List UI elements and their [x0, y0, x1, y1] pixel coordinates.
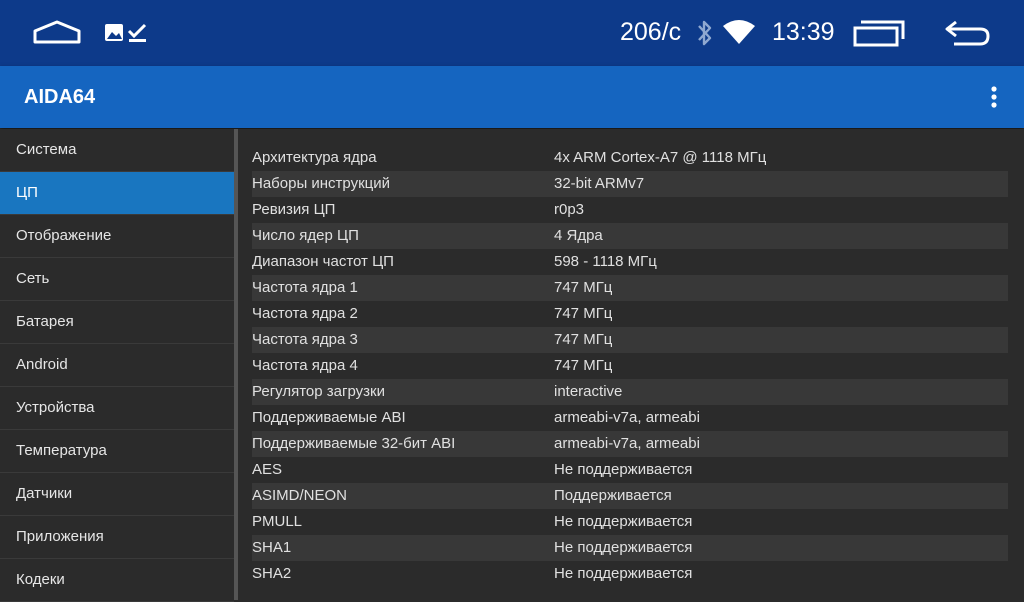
overflow-menu-icon[interactable] [982, 84, 1006, 110]
row-value: Не поддерживается [554, 513, 693, 530]
table-row: ASIMD/NEON Поддерживается [252, 483, 1008, 509]
sidebar-item-codecs[interactable]: Кодеки [0, 559, 234, 602]
recents-icon[interactable] [852, 18, 906, 53]
network-speed: 206/с [620, 18, 682, 46]
app-title: AIDA64 [24, 86, 96, 108]
row-key: SHA1 [252, 539, 292, 556]
cpu-info-table: Архитектура ядра 4x ARM Cortex-A7 @ 1118… [252, 145, 1008, 587]
table-row: PMULL Не поддерживается [252, 509, 1008, 535]
app-toolbar: AIDA64 [0, 66, 1024, 128]
row-key: Частота ядра 4 [252, 357, 358, 374]
cpu-info-panel[interactable]: Архитектура ядра 4x ARM Cortex-A7 @ 1118… [238, 129, 1024, 600]
sidebar-item-devices[interactable]: Устройства [0, 387, 234, 430]
row-value: r0p3 [554, 201, 585, 218]
row-key: Диапазон частот ЦП [252, 253, 394, 270]
sidebar-item-battery[interactable]: Батарея [0, 301, 234, 344]
sidebar-item-apps[interactable]: Приложения [0, 516, 234, 559]
sidebar-item-network[interactable]: Сеть [0, 258, 234, 301]
table-row: SHA2 Не поддерживается [252, 561, 1008, 587]
sidebar-item-android[interactable]: Android [0, 344, 234, 387]
table-row: Архитектура ядра 4x ARM Cortex-A7 @ 1118… [252, 145, 1008, 171]
sidebar-item-cpu[interactable]: ЦП [0, 172, 234, 215]
row-value: Не поддерживается [554, 461, 693, 478]
row-value: Не поддерживается [554, 565, 693, 582]
sidebar-item-temperature[interactable]: Температура [0, 430, 234, 473]
clock: 13:39 [772, 18, 835, 46]
home-icon[interactable] [32, 20, 82, 49]
row-key: Поддерживаемые 32-бит ABI [252, 435, 456, 452]
row-key: Ревизия ЦП [252, 201, 336, 218]
table-row: Наборы инструкций 32-bit ARMv7 [252, 171, 1008, 197]
row-value: armeabi-v7a, armeabi [554, 409, 700, 426]
table-row: SHA1 Не поддерживается [252, 535, 1008, 561]
row-value: Поддерживается [554, 487, 672, 504]
table-row: Частота ядра 4 747 МГц [252, 353, 1008, 379]
table-row: Число ядер ЦП 4 Ядра [252, 223, 1008, 249]
table-row: Частота ядра 3 747 МГц [252, 327, 1008, 353]
bluetooth-icon [695, 18, 715, 53]
row-value: interactive [554, 383, 623, 400]
row-value: 598 - 1118 МГц [554, 253, 657, 270]
back-icon[interactable] [944, 18, 992, 53]
row-value: 747 МГц [554, 331, 613, 348]
row-value: 4 Ядра [554, 227, 603, 244]
row-key: PMULL [252, 513, 303, 530]
row-key: ASIMD/NEON [252, 487, 348, 504]
table-row: Частота ядра 2 747 МГц [252, 301, 1008, 327]
row-key: Архитектура ядра [252, 149, 377, 166]
row-key: Частота ядра 3 [252, 331, 358, 348]
row-key: SHA2 [252, 565, 292, 582]
system-status-bar: 206/с 13:39 [0, 0, 1024, 66]
table-row: Регулятор загрузки interactive [252, 379, 1008, 405]
row-key: Поддерживаемые ABI [252, 409, 406, 426]
sidebar-item-display[interactable]: Отображение [0, 215, 234, 258]
wifi-icon [722, 18, 756, 51]
row-value: 747 МГц [554, 279, 613, 296]
table-row: Частота ядра 1 747 МГц [252, 275, 1008, 301]
sidebar-item-sensors[interactable]: Датчики [0, 473, 234, 516]
row-key: Частота ядра 1 [252, 279, 358, 296]
table-row: Поддерживаемые ABI armeabi-v7a, armeabi [252, 405, 1008, 431]
row-value: armeabi-v7a, armeabi [554, 435, 700, 452]
row-value: 32-bit ARMv7 [554, 175, 645, 192]
row-value: 4x ARM Cortex-A7 @ 1118 МГц [554, 149, 767, 166]
table-row: AES Не поддерживается [252, 457, 1008, 483]
category-sidebar: Система ЦП Отображение Сеть Батарея Andr… [0, 129, 238, 602]
row-key: Регулятор загрузки [252, 383, 385, 400]
table-row: Диапазон частот ЦП 598 - 1118 МГц [252, 249, 1008, 275]
table-row: Ревизия ЦП r0p3 [252, 197, 1008, 223]
row-value: 747 МГц [554, 305, 613, 322]
row-key: Наборы инструкций [252, 175, 391, 192]
gallery-check-icon [104, 22, 150, 49]
row-key: AES [252, 461, 283, 478]
row-value: 747 МГц [554, 357, 613, 374]
table-row: Поддерживаемые 32-бит ABI armeabi-v7a, a… [252, 431, 1008, 457]
sidebar-item-system[interactable]: Система [0, 129, 234, 172]
row-key: Число ядер ЦП [252, 227, 359, 244]
row-key: Частота ядра 2 [252, 305, 358, 322]
row-value: Не поддерживается [554, 539, 693, 556]
